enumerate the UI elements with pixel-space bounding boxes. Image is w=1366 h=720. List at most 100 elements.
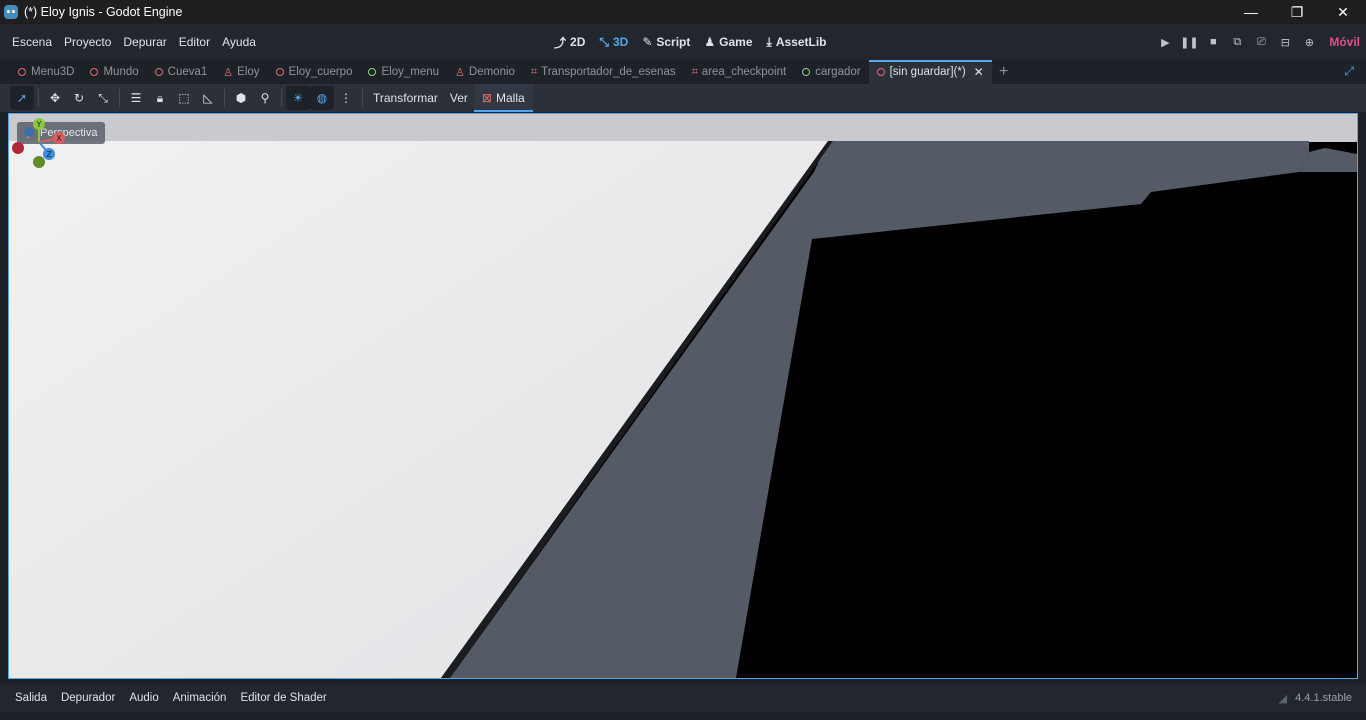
workspace-game-button[interactable]: ♟ Game	[698, 35, 758, 49]
ruler-icon[interactable]: ◺	[196, 86, 220, 110]
workspace-switcher: ⤴ 2D ⤡ 3D ✎ Script ♟ Game ⤓ AssetLib	[548, 24, 833, 60]
window-controls: — ❐ ✕	[1228, 0, 1366, 24]
mesh-menu-label: Malla	[495, 91, 525, 105]
stop-icon[interactable]: ■	[1201, 30, 1225, 54]
snap-object-icon[interactable]: ⬢	[229, 86, 253, 110]
control-circle-icon	[802, 68, 811, 76]
scene-tab[interactable]: ⌗ area_checkpoint	[684, 60, 795, 84]
view-menu[interactable]: Ver	[444, 84, 474, 112]
workspace-script-label: Script	[656, 35, 691, 49]
scene-tab-label: cargador	[815, 66, 861, 78]
gizmo-neg-z-handle[interactable]	[24, 127, 34, 137]
add-scene-tab-button[interactable]: +	[992, 60, 1016, 84]
scene-tab[interactable]: Cueva1	[147, 60, 216, 84]
script-icon: ✎	[642, 35, 653, 49]
bottom-tab-salida[interactable]: Salida	[8, 692, 54, 704]
menu-proyecto[interactable]: Proyecto	[58, 35, 117, 49]
lock-icon[interactable]: 🔒︎	[148, 86, 172, 110]
workspace-assetlib-label: AssetLib	[775, 35, 827, 49]
scene-tab-label: Cueva1	[167, 66, 208, 78]
scene-tab-active[interactable]: [sin guardar](*) ✕	[868, 60, 992, 84]
scene-tab-label: [sin guardar](*)	[889, 66, 966, 78]
bottom-strip	[0, 712, 1366, 720]
title-bar: (*) Eloy Ignis - Godot Engine — ❐ ✕	[0, 0, 1366, 24]
mesh-menu[interactable]: ⊠ Malla	[473, 84, 533, 112]
bottom-tab-animacion[interactable]: Animación	[166, 692, 234, 704]
renderer-selector[interactable]: Móvil	[1329, 35, 1360, 49]
godot-logo-icon	[4, 5, 18, 19]
character-icon: ♙	[455, 66, 465, 79]
workspace-2d-button[interactable]: ⤴ 2D	[548, 34, 591, 51]
scene-tab-label: area_checkpoint	[701, 66, 787, 78]
viewport-render	[9, 114, 1357, 678]
workspace-3d-button[interactable]: ⤡ 3D	[593, 35, 634, 50]
distraction-free-icon[interactable]: ⤢	[1344, 64, 1354, 79]
menu-escena[interactable]: Escena	[6, 35, 58, 49]
game-icon: ♟	[704, 35, 716, 49]
control-circle-icon	[368, 68, 377, 76]
minimize-button[interactable]: —	[1228, 0, 1274, 24]
scene-tab-label: Eloy	[237, 66, 260, 78]
gizmo-z-label: Z	[46, 150, 52, 159]
orientation-gizmo[interactable]: Y X Z	[9, 114, 69, 174]
3d-viewport[interactable]: ⋮Perspectiva Y X Z	[8, 113, 1358, 679]
toolbar-separator	[38, 89, 39, 107]
scene-tab-label: Demonio	[468, 66, 515, 78]
workspace-script-button[interactable]: ✎ Script	[636, 35, 696, 49]
maximize-button[interactable]: ❐	[1274, 0, 1320, 24]
scene-tab-label: Transportador_de_esenas	[541, 66, 676, 78]
play-icon[interactable]: ▶	[1153, 30, 1177, 54]
gizmo-neg-y-handle[interactable]	[33, 156, 45, 168]
remote-debug-icon[interactable]: ⧉	[1225, 30, 1249, 54]
main-toolbar: Escena Proyecto Depurar Editor Ayuda ⤴ 2D…	[0, 24, 1366, 60]
area-icon: ⌗	[691, 65, 698, 78]
bone-icon[interactable]: ⚲	[253, 86, 277, 110]
bottom-panel-bar: Salida Depurador Audio Animación Editor …	[0, 684, 1366, 712]
scene-tab[interactable]: Eloy_menu	[360, 60, 447, 84]
node3d-circle-icon	[876, 68, 885, 76]
menu-ayuda[interactable]: Ayuda	[216, 35, 262, 49]
group-icon[interactable]: ⬚	[172, 86, 196, 110]
rotate-mode-icon[interactable]: ↻	[67, 86, 91, 110]
update-spinner-icon[interactable]: ◢	[1279, 692, 1287, 705]
bottom-tab-depurador[interactable]: Depurador	[54, 692, 122, 704]
play-custom-icon[interactable]: ⊟	[1273, 30, 1297, 54]
scene-tab[interactable]: Menu3D	[10, 60, 82, 84]
scene-tab[interactable]: Mundo	[82, 60, 146, 84]
viewport-toolbar: ➚ ✥ ↻ ⤡ ☰ 🔒︎ ⬚ ◺ ⬢ ⚲ ☀ ◍ ⋮ Transformar V…	[0, 84, 1366, 112]
transform-menu[interactable]: Transformar	[367, 84, 444, 112]
sun-preview-icon[interactable]: ☀	[286, 86, 310, 110]
menu-bar: Escena Proyecto Depurar Editor Ayuda	[6, 24, 262, 60]
scene-tab-label: Menu3D	[31, 66, 75, 78]
bottom-tab-audio[interactable]: Audio	[122, 692, 165, 704]
close-window-button[interactable]: ✕	[1320, 0, 1366, 24]
scene-tab-label: Eloy_menu	[381, 66, 440, 78]
version-label[interactable]: 4.4.1.stable	[1295, 692, 1352, 704]
scene-tab[interactable]: Eloy_cuerpo	[268, 60, 361, 84]
workspace-game-label: Game	[719, 35, 753, 49]
mesh-icon: ⊠	[481, 91, 492, 105]
scene-tab[interactable]: ⌗ Transportador_de_esenas	[523, 60, 684, 84]
more-options-icon[interactable]: ⋮	[334, 86, 358, 110]
list-select-icon[interactable]: ☰	[124, 86, 148, 110]
close-tab-icon[interactable]: ✕	[974, 65, 984, 79]
area-icon: ⌗	[530, 65, 538, 78]
environment-preview-icon[interactable]: ◍	[310, 86, 334, 110]
toolbar-separator	[119, 89, 120, 107]
pause-icon[interactable]: ❚❚	[1177, 30, 1201, 54]
scene-tab[interactable]: ♙ Eloy	[215, 60, 267, 84]
play-scene-icon[interactable]: ⎚	[1249, 30, 1273, 54]
scale-mode-icon[interactable]: ⤡	[91, 86, 115, 110]
scene-tab[interactable]: ♙ Demonio	[447, 60, 523, 84]
select-mode-icon[interactable]: ➚	[10, 86, 34, 110]
bottom-tab-shader-editor[interactable]: Editor de Shader	[233, 692, 333, 704]
menu-editor[interactable]: Editor	[173, 35, 216, 49]
run-controls: ▶ ❚❚ ■ ⧉ ⎚ ⊟ ⊕ Móvil	[1153, 24, 1360, 60]
workspace-2d-label: 2D	[570, 35, 586, 49]
gizmo-neg-x-handle[interactable]	[12, 142, 24, 154]
movie-maker-icon[interactable]: ⊕	[1297, 30, 1321, 54]
workspace-assetlib-button[interactable]: ⤓ AssetLib	[761, 35, 833, 50]
scene-tab[interactable]: cargador	[794, 60, 868, 84]
menu-depurar[interactable]: Depurar	[117, 35, 172, 49]
move-mode-icon[interactable]: ✥	[43, 86, 67, 110]
